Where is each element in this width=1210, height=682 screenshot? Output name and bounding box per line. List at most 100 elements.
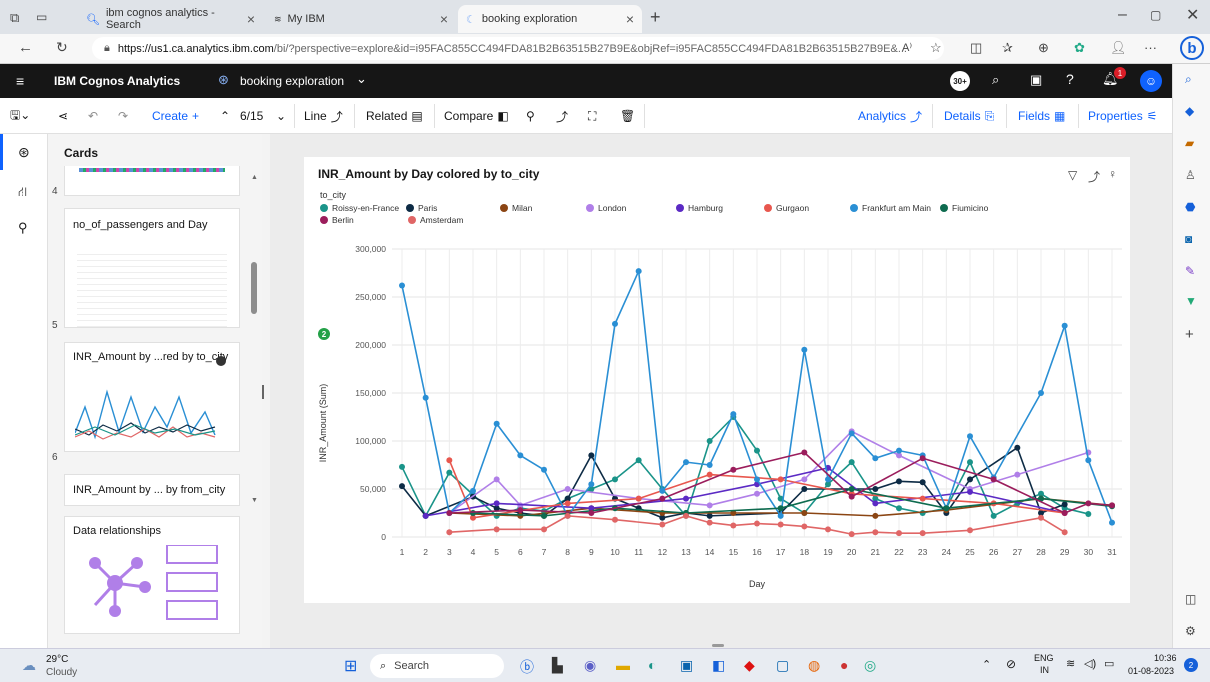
data-point[interactable] bbox=[1085, 510, 1092, 517]
new-tab-button[interactable]: + bbox=[650, 7, 661, 28]
pin-icon[interactable]: ⚲ bbox=[18, 220, 28, 236]
data-point[interactable] bbox=[541, 512, 547, 519]
data-point[interactable] bbox=[919, 479, 926, 486]
minimize-button[interactable]: – bbox=[1118, 6, 1127, 24]
data-point[interactable] bbox=[967, 527, 973, 534]
data-point[interactable] bbox=[706, 438, 713, 444]
add-icon[interactable]: + bbox=[1185, 326, 1194, 343]
task-view-icon[interactable]: ▙ bbox=[552, 657, 563, 674]
refresh-icon[interactable]: ↻ bbox=[56, 39, 68, 56]
card-5[interactable]: no_of_passengers and Day bbox=[64, 208, 240, 328]
undo-icon[interactable]: ↶ bbox=[88, 98, 98, 134]
card-from-city[interactable]: INR_Amount by ... by from_city bbox=[64, 474, 240, 506]
redo-icon[interactable]: ↷ bbox=[118, 98, 128, 134]
data-point[interactable] bbox=[422, 394, 429, 401]
share-icon[interactable]: ⋖ bbox=[58, 98, 68, 134]
data-point[interactable] bbox=[754, 447, 760, 454]
data-point[interactable] bbox=[967, 459, 973, 466]
data-point[interactable] bbox=[493, 526, 500, 533]
compare-button[interactable]: Compare ◧ bbox=[444, 98, 509, 134]
data-point[interactable] bbox=[777, 505, 784, 512]
favorite-star-icon[interactable]: ☆ bbox=[930, 40, 942, 56]
data-point[interactable] bbox=[399, 463, 405, 470]
chevron-down-icon[interactable]: ⌄ bbox=[276, 98, 286, 134]
data-point[interactable] bbox=[446, 469, 453, 476]
extension-icon[interactable]: ✿ bbox=[1074, 40, 1085, 56]
data-point[interactable] bbox=[399, 282, 405, 289]
teams-icon[interactable]: ◉ bbox=[584, 657, 596, 674]
url-input[interactable]: 🔒︎ https://us1.ca.analytics.ibm.com/bi/?… bbox=[92, 37, 944, 60]
delete-icon[interactable]: 🗑︎ bbox=[620, 98, 635, 134]
data-point[interactable] bbox=[967, 433, 973, 440]
chrome-icon[interactable]: ◎ bbox=[864, 657, 876, 674]
tag-icon[interactable]: ◆ bbox=[1185, 104, 1194, 118]
chevron-down-icon[interactable]: ⌄ bbox=[356, 71, 367, 87]
notification-badge[interactable]: 2 bbox=[1184, 658, 1198, 672]
data-point[interactable] bbox=[446, 457, 453, 464]
data-point[interactable] bbox=[541, 526, 547, 533]
data-point[interactable] bbox=[683, 459, 689, 466]
data-point[interactable] bbox=[919, 495, 926, 502]
data-point[interactable] bbox=[872, 455, 879, 462]
hamburger-menu-icon[interactable]: ≡ bbox=[16, 73, 24, 89]
data-point[interactable] bbox=[706, 519, 713, 526]
wifi-icon[interactable]: ≋ bbox=[1066, 657, 1075, 670]
related-button[interactable]: Related ▤ bbox=[366, 98, 423, 134]
canvas-resize-handle[interactable] bbox=[712, 644, 724, 647]
data-point[interactable] bbox=[730, 522, 737, 529]
games-icon[interactable]: ⬣ bbox=[1185, 200, 1195, 214]
data-point[interactable] bbox=[588, 510, 595, 516]
data-point[interactable] bbox=[777, 512, 784, 519]
data-point[interactable] bbox=[1109, 519, 1115, 526]
line-chart-button[interactable]: Line ⤴ bbox=[304, 98, 343, 134]
visualization-card[interactable]: INR_Amount by Day colored by to_city ▽ ⤴… bbox=[304, 157, 1130, 603]
data-point[interactable] bbox=[683, 512, 689, 519]
card-6[interactable]: INR_Amount by ...red by to_city bbox=[64, 342, 240, 452]
workspaces-icon[interactable]: ⧉ bbox=[10, 10, 19, 26]
cards-scrollbar-thumb[interactable] bbox=[251, 262, 257, 314]
data-point[interactable] bbox=[1109, 502, 1115, 509]
data-point[interactable] bbox=[446, 529, 453, 536]
taskbar-search-input[interactable]: ⌕ Search bbox=[370, 654, 504, 678]
data-point[interactable] bbox=[1061, 510, 1068, 516]
insight-icon[interactable]: ⤴ bbox=[556, 98, 568, 134]
more-menu-icon[interactable]: ··· bbox=[1144, 40, 1157, 55]
data-point[interactable] bbox=[896, 447, 902, 454]
data-point[interactable] bbox=[470, 487, 476, 494]
edge-browser-icon[interactable]: ◐ bbox=[648, 657, 656, 673]
search-icon[interactable]: ⌕ bbox=[1185, 72, 1192, 87]
app-l-icon[interactable]: ◧ bbox=[712, 657, 725, 674]
data-point[interactable] bbox=[872, 486, 879, 492]
bing-app-icon[interactable]: ⓑ bbox=[520, 657, 534, 677]
data-point[interactable] bbox=[990, 476, 997, 483]
data-point[interactable] bbox=[564, 512, 571, 519]
help-icon[interactable]: ? bbox=[1066, 71, 1074, 87]
data-point[interactable] bbox=[588, 481, 595, 488]
data-point[interactable] bbox=[706, 462, 713, 468]
data-point[interactable] bbox=[967, 488, 973, 495]
data-point[interactable] bbox=[919, 455, 926, 462]
data-point[interactable] bbox=[801, 449, 808, 456]
data-point[interactable] bbox=[896, 478, 902, 485]
close-icon[interactable]: × bbox=[440, 11, 448, 27]
data-point[interactable] bbox=[1061, 322, 1068, 329]
analytics-button[interactable]: Analytics ⤴ bbox=[858, 98, 922, 134]
data-point[interactable] bbox=[422, 512, 429, 519]
panel-resize-handle[interactable] bbox=[262, 385, 264, 399]
app-red-icon[interactable]: ● bbox=[840, 657, 848, 673]
chat-icon[interactable]: ▣ bbox=[1030, 72, 1042, 88]
data-point[interactable] bbox=[612, 476, 618, 483]
save-icon[interactable]: 🖫⌄ bbox=[10, 98, 30, 134]
data-point[interactable] bbox=[967, 476, 973, 483]
tray-icon[interactable]: ⊘ bbox=[1006, 657, 1016, 671]
data-point[interactable] bbox=[990, 512, 997, 519]
data-point[interactable] bbox=[1014, 471, 1021, 478]
data-point[interactable] bbox=[517, 452, 524, 459]
data-point[interactable] bbox=[517, 512, 524, 519]
data-point[interactable] bbox=[635, 495, 642, 502]
profile-icon[interactable]: 👤︎ bbox=[1110, 40, 1127, 56]
restore-button[interactable]: ▢ bbox=[1150, 8, 1161, 22]
relationships-icon[interactable]: ⛙ bbox=[18, 184, 27, 202]
properties-button[interactable]: Properties ⚟ bbox=[1088, 98, 1157, 134]
data-point[interactable] bbox=[706, 502, 713, 509]
